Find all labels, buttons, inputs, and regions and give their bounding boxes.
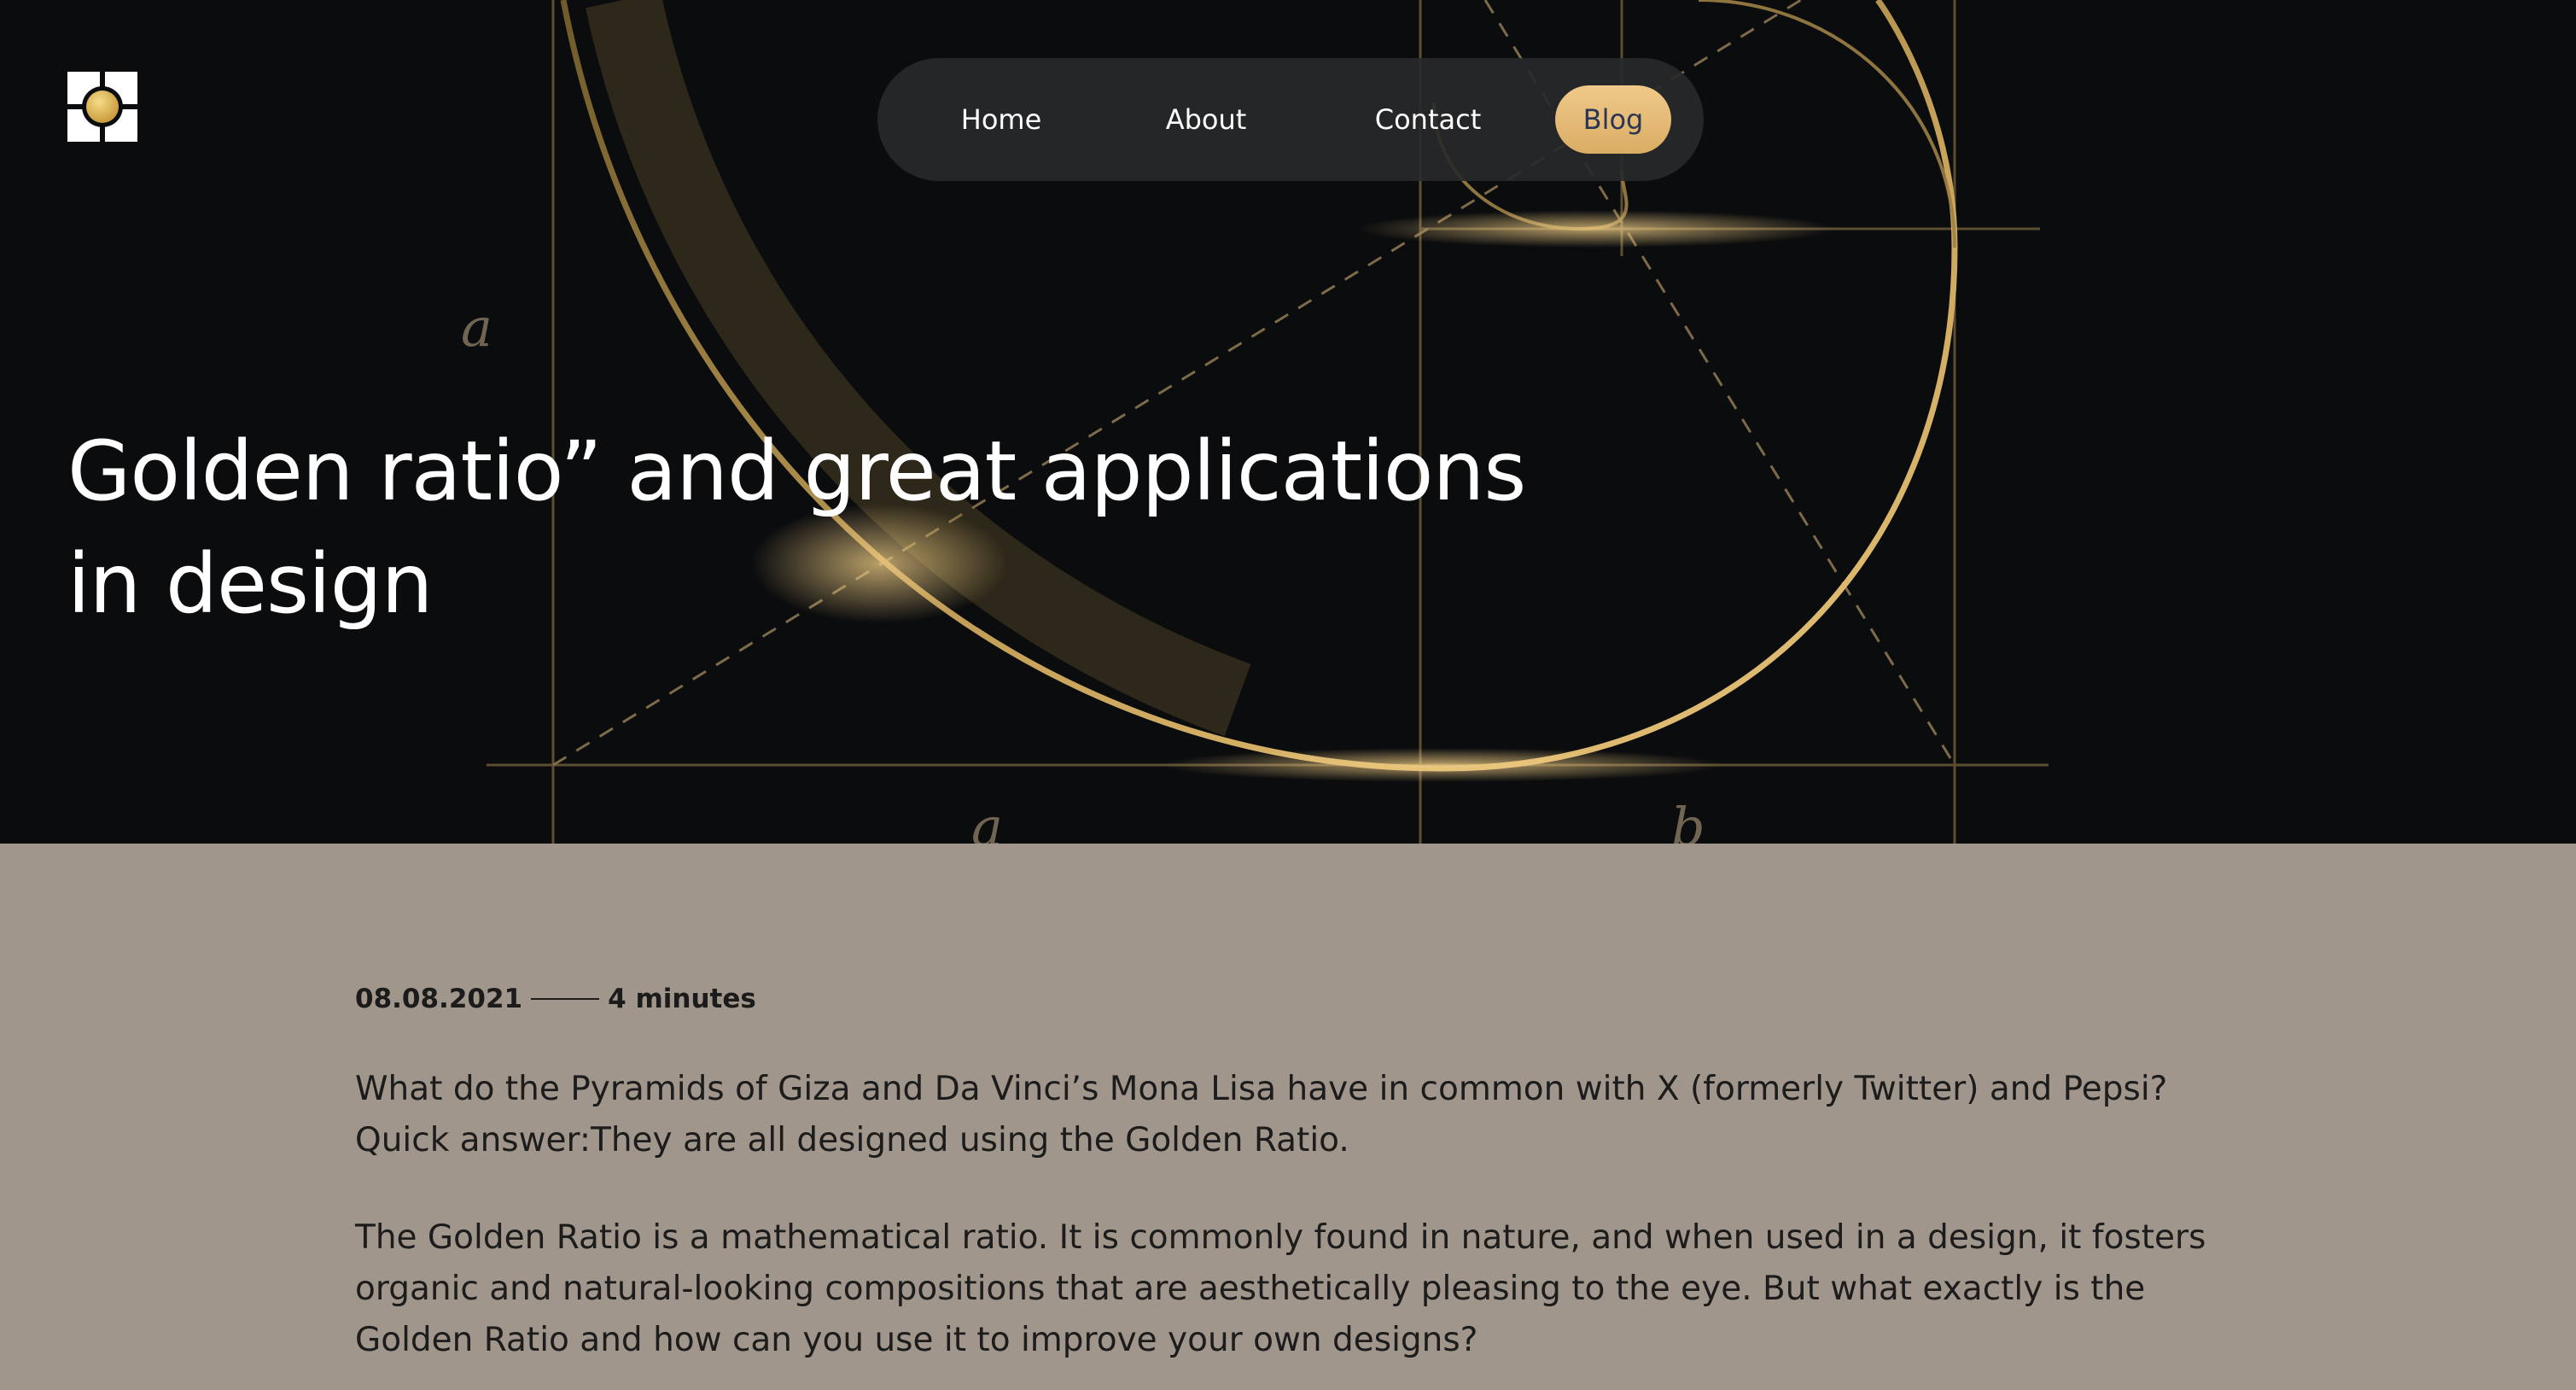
paragraph-2-line-2: organic and natural-looking compositions… [355,1270,2146,1308]
diagram-label-a-left: a [461,296,492,359]
article-section: 08.08.2021 4 minutes What do the Pyramid… [0,844,2576,1390]
nav-link-blog-active[interactable]: Blog [1555,85,1671,154]
paragraph-2-line-3: Golden Ratio and how can you use it to i… [355,1321,1478,1359]
hero-section: a a b Home About Contact Blog Golden rat… [0,0,2576,844]
nav-link-contact[interactable]: Contact [1338,58,1518,181]
page-title: Golden ratio” and great applications in … [67,415,1689,640]
page-title-line-2: in design [67,536,433,632]
site-logo[interactable] [67,72,137,142]
article-paragraph-1: What do the Pyramids of Giza and Da Vinc… [355,1064,2258,1166]
diagram-label-b-bottom: b [1671,796,1705,844]
article-meta: 08.08.2021 4 minutes [355,982,756,1016]
paragraph-2-line-1: The Golden Ratio is a mathematical ratio… [355,1218,2206,1257]
paragraph-1-line-1: What do the Pyramids of Giza and Da Vinc… [355,1070,2168,1108]
article-read-time: 4 minutes [608,984,756,1014]
main-navigation: Home About Contact Blog [877,58,1704,181]
golden-circle-logo-icon [67,72,137,142]
paragraph-1-line-2: Quick answer:They are all designed using… [355,1121,1349,1159]
nav-link-home[interactable]: Home [929,58,1074,181]
nav-link-about[interactable]: About [1134,58,1279,181]
meta-divider [531,998,600,1000]
diagram-label-a-bottom: a [971,796,1003,844]
article-paragraph-2: The Golden Ratio is a mathematical ratio… [355,1212,2258,1366]
article-date: 08.08.2021 [355,984,523,1014]
page-title-line-1: Golden ratio” and great applications [67,423,1526,519]
